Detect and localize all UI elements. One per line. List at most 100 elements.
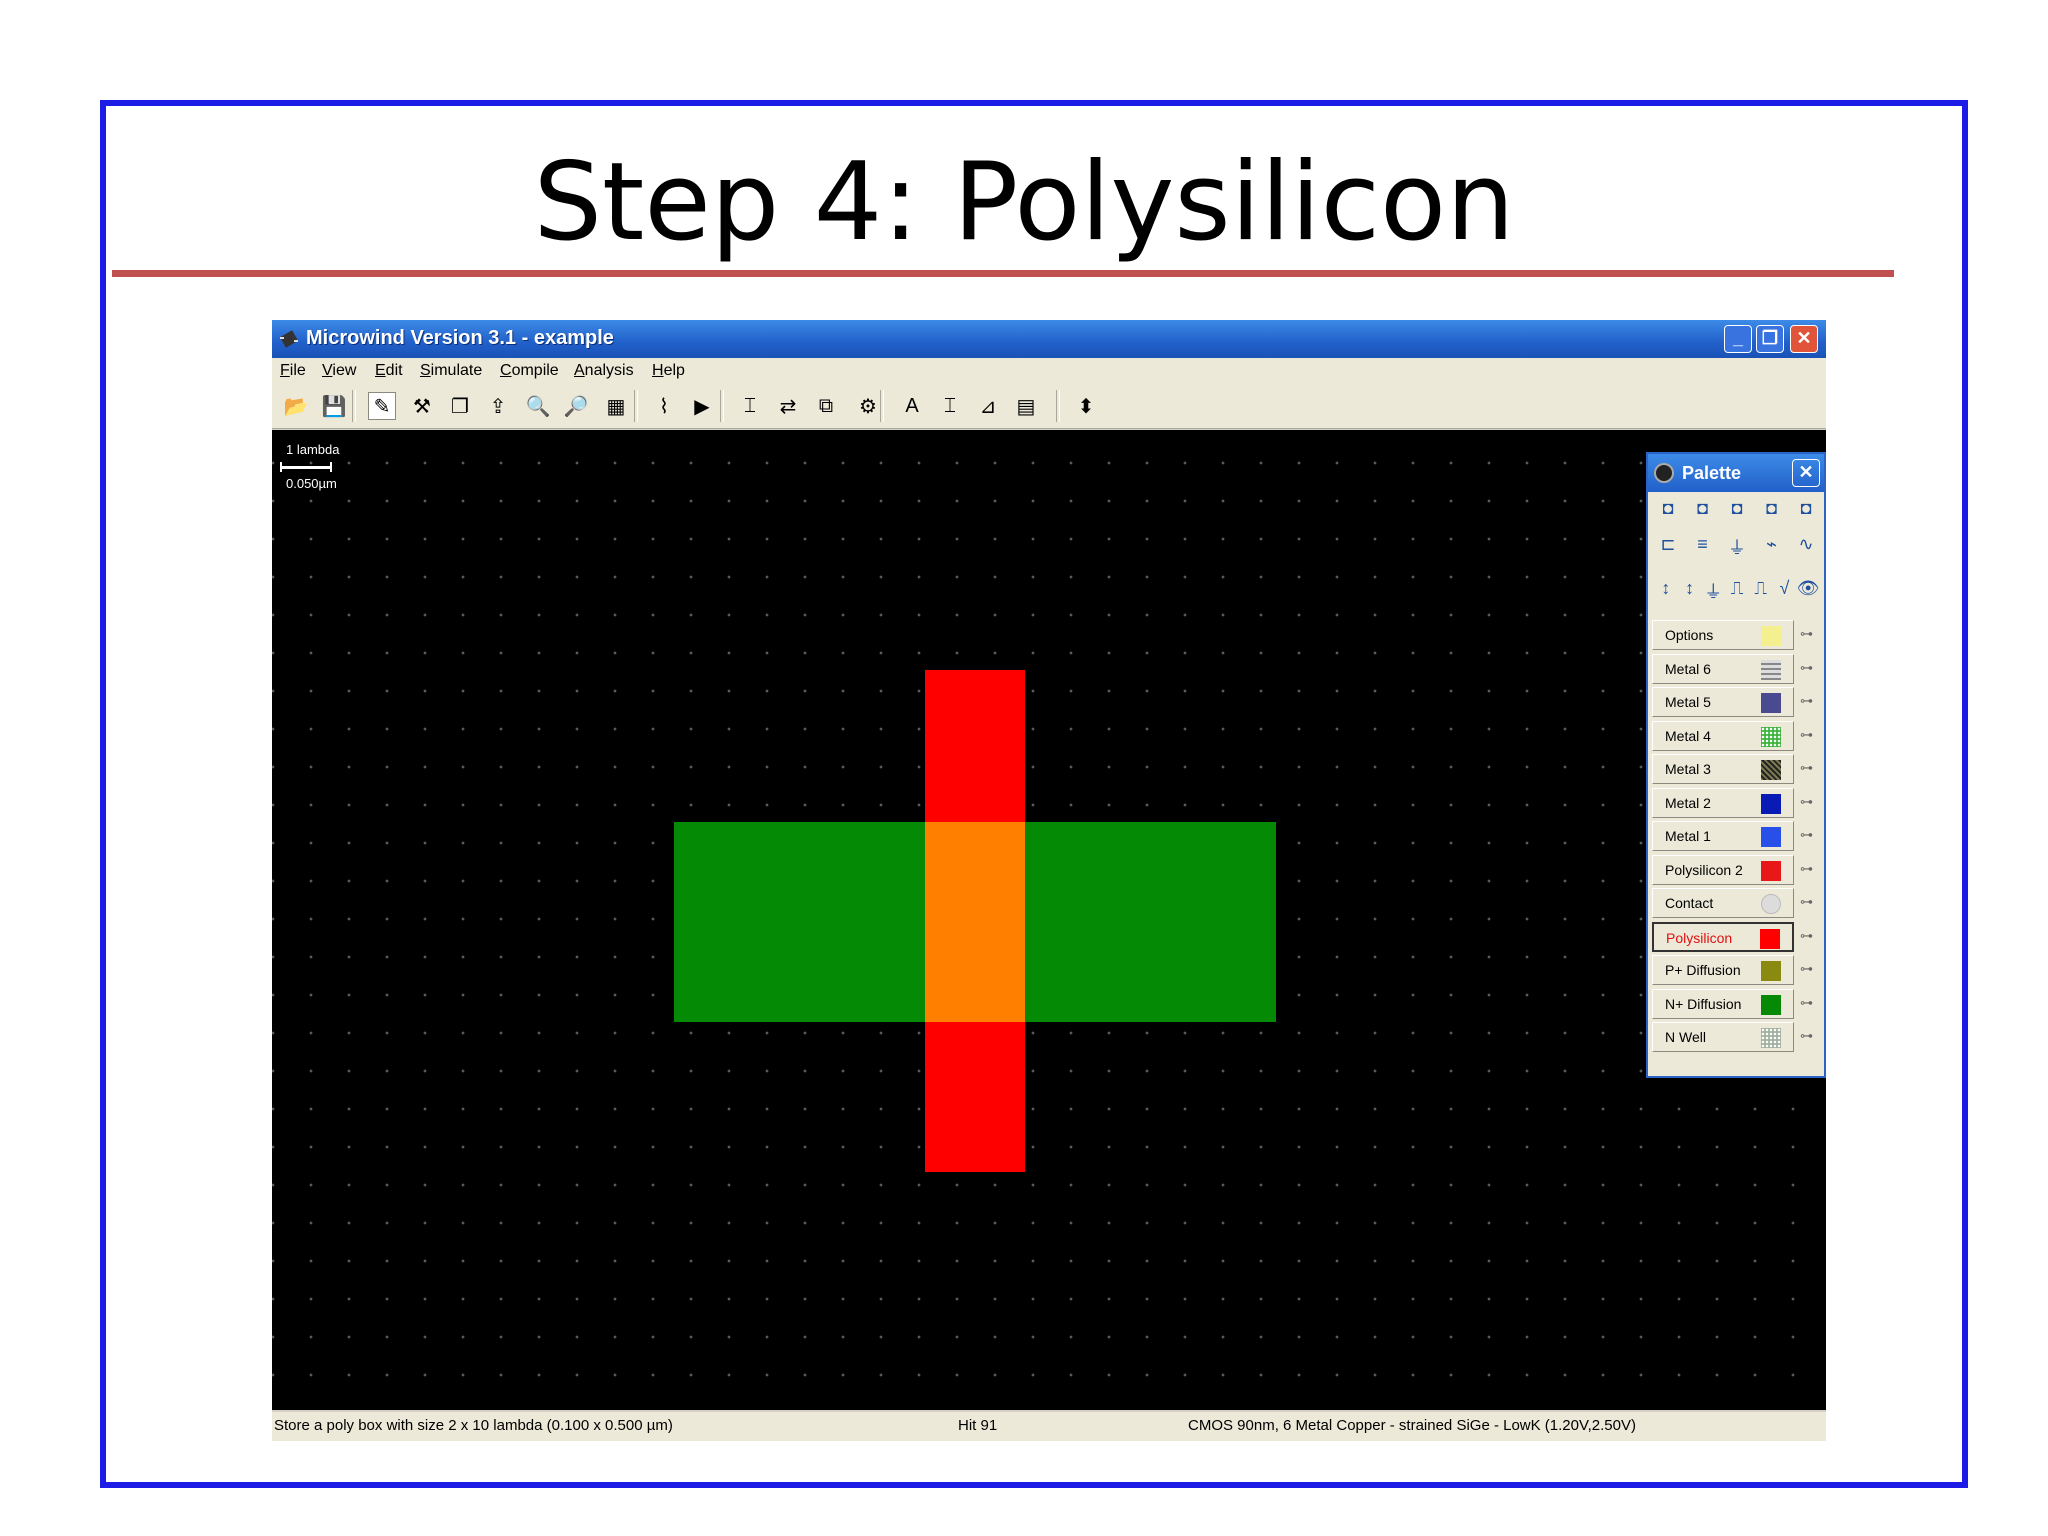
layer-pin-icon[interactable]: ⊶ — [1800, 995, 1813, 1011]
layer-pin-icon[interactable]: ⊶ — [1800, 626, 1813, 642]
toolbar-separator — [720, 390, 724, 422]
layer-pin-icon[interactable]: ⊶ — [1800, 794, 1813, 810]
layer-metal-5-button[interactable]: Metal 5 — [1652, 687, 1794, 717]
slide-title: Step 4: Polysilicon — [533, 140, 1515, 265]
view-3d-button[interactable]: ⧉ — [812, 392, 840, 420]
layer-pin-icon[interactable]: ⊶ — [1800, 693, 1813, 709]
run-simulation-button[interactable]: ▶ — [688, 392, 716, 420]
palette-tool-icon[interactable]: ↕ — [1678, 578, 1702, 606]
menu-bar: File View Edit Simulate Compile Analysis… — [272, 358, 1826, 384]
palette-tool-icon[interactable]: ⏚ — [1723, 534, 1751, 562]
palette-tool-icon[interactable]: ⎍ — [1749, 578, 1773, 606]
palette-window: Palette ✕ ◘ ◘ ◘ ◘ ◘ ⊏ ≡ ⏚ ⌁ ∿ ↕ ↕ ⏚ ⎍ ⎍ √ 👁 Options ⊶ Meta… — [1646, 452, 1826, 1078]
palette-tool-icon[interactable]: ∿ — [1792, 534, 1820, 562]
layer-pin-icon[interactable]: ⊶ — [1800, 827, 1813, 843]
layer-metal-6-button[interactable]: Metal 6 — [1652, 653, 1794, 684]
layer-pin-icon[interactable]: ⊶ — [1800, 760, 1813, 776]
layer-label: Contact — [1665, 895, 1714, 911]
menu-edit[interactable]: Edit — [375, 362, 403, 380]
close-button[interactable]: ✕ — [1790, 325, 1818, 353]
title-rule — [112, 270, 1894, 277]
view-all-button[interactable]: ▦ — [602, 392, 630, 420]
copy-button[interactable]: ❐ — [446, 392, 474, 420]
layer-pin-icon[interactable]: ⊶ — [1800, 727, 1813, 743]
palette-tool-icon[interactable]: ◘ — [1792, 498, 1820, 526]
layer-metal-3-button[interactable]: Metal 3 — [1652, 754, 1794, 784]
draw-box-button[interactable]: ✎ — [368, 392, 396, 420]
add-text-button[interactable]: A — [898, 392, 926, 420]
layer-p-diffusion-button[interactable]: P+ Diffusion — [1652, 955, 1794, 985]
palette-toggle-button[interactable]: ▤ — [1012, 392, 1040, 420]
layer-pin-icon[interactable]: ⊶ — [1800, 961, 1813, 977]
layer-metal-2-button[interactable]: Metal 2 — [1652, 787, 1794, 818]
menu-help[interactable]: Help — [652, 362, 685, 380]
connect-button[interactable]: ⇄ — [774, 392, 802, 420]
mos-characteristics-button[interactable]: ⊿ — [974, 392, 1002, 420]
open-button[interactable]: 📂 — [282, 392, 310, 420]
layer-pin-icon[interactable]: ⊶ — [1800, 1028, 1813, 1044]
layer-n-diffusion-button[interactable]: N+ Diffusion — [1652, 988, 1794, 1019]
layer-polysilicon-button[interactable]: Polysilicon — [1652, 921, 1794, 952]
save-button[interactable]: 💾 — [320, 392, 348, 420]
layer-metal-1-button[interactable]: Metal 1 — [1652, 821, 1794, 851]
palette-icon-row: ◘ ◘ ◘ ◘ ◘ — [1654, 498, 1820, 526]
layer-polysilicon-2-button[interactable]: Polysilicon 2 — [1652, 854, 1794, 885]
palette-tool-icon[interactable]: ◘ — [1723, 498, 1751, 526]
layer-pin-icon[interactable]: ⊶ — [1800, 861, 1813, 877]
distance-button[interactable]: ⌶ — [736, 392, 764, 420]
layer-color-swatch — [1761, 961, 1781, 981]
palette-tool-icon[interactable]: ◘ — [1654, 498, 1682, 526]
palette-tool-icon[interactable]: 👁 — [1796, 578, 1820, 606]
distance-icon: ⌶ — [744, 394, 756, 417]
layer-metal-4-button[interactable]: Metal 4 — [1652, 720, 1794, 751]
layer-color-swatch — [1761, 894, 1781, 914]
menu-file[interactable]: File — [280, 362, 306, 380]
layer-pin-icon[interactable]: ⊶ — [1800, 894, 1813, 910]
restore-button[interactable]: ❐ — [1756, 325, 1784, 353]
zoom-out-button[interactable]: 🔎 — [562, 392, 590, 420]
scale-bar — [280, 462, 332, 472]
palette-titlebar[interactable]: Palette ✕ — [1648, 454, 1824, 492]
palette-tool-icon[interactable]: ⎍ — [1725, 578, 1749, 606]
delete-icon: ⚒ — [413, 395, 431, 418]
palette-tool-icon[interactable]: ⏚ — [1701, 578, 1725, 606]
process-view-icon: ⚙ — [859, 395, 877, 418]
palette-tool-icon[interactable]: ⌁ — [1758, 534, 1786, 562]
palette-tool-icon[interactable]: ⊏ — [1654, 534, 1682, 562]
layer-contact-button[interactable]: Contact — [1652, 888, 1794, 918]
minimize-icon: _ — [1732, 328, 1743, 348]
palette-title: Palette — [1682, 463, 1742, 483]
menu-simulate[interactable]: Simulate — [420, 362, 482, 380]
palette-tool-icon[interactable]: ≡ — [1689, 534, 1717, 562]
menu-view[interactable]: View — [322, 362, 356, 380]
palette-tool-icon[interactable]: ↕ — [1654, 578, 1678, 606]
palette-tool-icon[interactable]: ◘ — [1689, 498, 1717, 526]
layer-pin-icon[interactable]: ⊶ — [1800, 660, 1813, 676]
layer-label: N+ Diffusion — [1665, 995, 1742, 1012]
palette-icon-row: ↕ ↕ ⏚ ⎍ ⎍ √ 👁 — [1654, 578, 1820, 606]
layer-options-button[interactable]: Options — [1652, 620, 1794, 650]
zoom-in-button[interactable]: 🔍 — [524, 392, 552, 420]
simulate-curve-button[interactable]: ⌇ — [650, 392, 678, 420]
simulate-curve-icon: ⌇ — [659, 395, 669, 418]
microwind-chip-icon — [279, 330, 299, 348]
palette-tool-icon[interactable]: ◘ — [1758, 498, 1786, 526]
palette-icon-row: ⊏ ≡ ⏚ ⌁ ∿ — [1654, 534, 1820, 562]
layer-n-well-button[interactable]: N Well — [1652, 1022, 1794, 1052]
layer-label: Metal 6 — [1665, 660, 1711, 677]
menu-compile[interactable]: Compile — [500, 362, 559, 380]
layer-pin-icon[interactable]: ⊶ — [1800, 928, 1813, 944]
toolbar-separator — [880, 390, 884, 422]
delete-button[interactable]: ⚒ — [408, 392, 436, 420]
palette-close-button[interactable]: ✕ — [1792, 459, 1820, 487]
layer-label: Metal 3 — [1665, 761, 1711, 777]
stretch-button[interactable]: ⇪ — [484, 392, 512, 420]
cross-section-button[interactable]: ⌶ — [936, 392, 964, 420]
move-button[interactable]: ⬍ — [1072, 392, 1100, 420]
layout-canvas[interactable]: 1 lambda 0.050µm Palette ✕ ◘ ◘ ◘ ◘ ◘ ⊏ ≡ ⏚ ⌁ ∿ ↕ ↕ ⏚… — [272, 430, 1826, 1410]
menu-analysis[interactable]: Analysis — [574, 362, 634, 380]
process-view-button[interactable]: ⚙ — [854, 392, 882, 420]
palette-tool-icon[interactable]: √ — [1773, 578, 1797, 606]
window-titlebar[interactable]: Microwind Version 3.1 - example _ ❐ ✕ — [272, 320, 1826, 358]
minimize-button[interactable]: _ — [1724, 325, 1752, 353]
